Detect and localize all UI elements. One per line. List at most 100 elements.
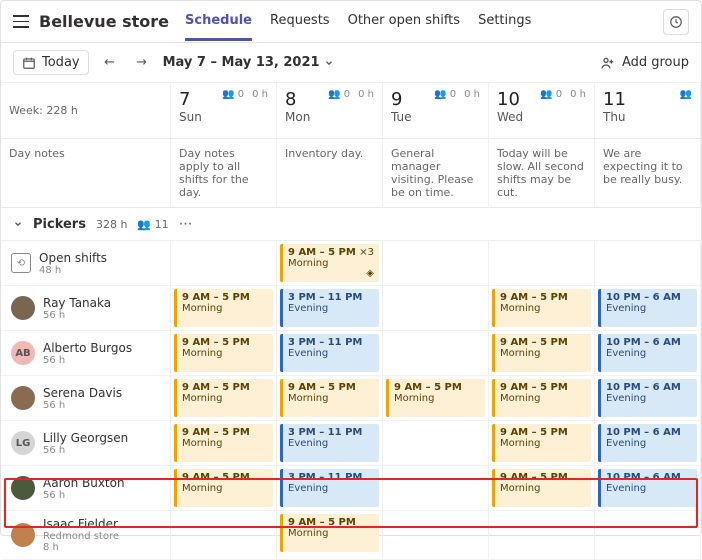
shift-card[interactable]: 10 PM – 6 AMEvening [598, 334, 697, 372]
avatar [11, 386, 35, 410]
today-button[interactable]: Today [13, 50, 89, 75]
day-note[interactable]: We are expecting it to be really busy. [595, 139, 701, 208]
shift-card[interactable]: 9 AM – 5 PMMorning [386, 379, 485, 417]
day-header[interactable]: 👥 00 h7Sun [171, 83, 277, 139]
shift-card[interactable]: 9 AM – 5 PMMorning [492, 289, 591, 327]
schedule-cell[interactable]: 3 PM – 11 PMEvening [277, 286, 383, 331]
schedule-cell[interactable]: 9 AM – 5 PMMorning [383, 376, 489, 421]
schedule-cell[interactable]: 9 AM – 5 PMMorning [171, 421, 277, 466]
store-title: Bellevue store [39, 12, 169, 31]
schedule-cell[interactable]: 10 PM – 6 AMEvening [595, 286, 701, 331]
group-more-button[interactable]: ⋯ [179, 216, 194, 232]
week-hours-label: Week: 228 h [1, 83, 171, 139]
next-week-button[interactable]: → [131, 52, 153, 74]
schedule-cell[interactable]: 9 AM – 5 PMMorning [489, 466, 595, 511]
people-icon: 👥 0 [434, 89, 456, 100]
shift-card[interactable]: 3 PM – 11 PMEvening [280, 289, 379, 327]
clock-icon [669, 15, 683, 29]
shift-card[interactable]: 9 AM – 5 PMMorning [174, 334, 273, 372]
schedule-cell[interactable]: 9 AM – 5 PMMorning [489, 376, 595, 421]
shift-card[interactable]: 3 PM – 11 PMEvening [280, 469, 379, 507]
add-group-button[interactable]: Add group [600, 55, 689, 71]
shift-card[interactable]: 10 PM – 6 AMEvening [598, 379, 697, 417]
schedule-cell[interactable]: 10 PM – 6 AMEvening [595, 421, 701, 466]
schedule-cell[interactable]: 10 PM – 6 AMEvening [595, 466, 701, 511]
chevron-down-icon [324, 58, 334, 68]
people-icon: 👥 0 [540, 89, 562, 100]
avatar [11, 523, 35, 547]
prev-week-button[interactable]: ← [99, 52, 121, 74]
people-add-icon [600, 55, 616, 71]
shift-card[interactable]: 9 AM – 5 PMMorning [174, 424, 273, 462]
people-icon: 👥 0 [328, 89, 350, 100]
shift-card[interactable]: 10 PM – 6 AMEvening [598, 469, 697, 507]
day-header[interactable]: 👥 00 h8Mon [277, 83, 383, 139]
schedule-cell[interactable]: 3 PM – 11 PMEvening [277, 466, 383, 511]
day-header[interactable]: 👥 11Thu [595, 83, 701, 139]
day-note[interactable]: Inventory day. [277, 139, 383, 208]
day-notes-label: Day notes [1, 139, 171, 208]
member-row[interactable]: Aaron Buxton56 h [1, 466, 171, 511]
avatar: LG [11, 431, 35, 455]
schedule-cell[interactable] [595, 241, 701, 286]
schedule-cell[interactable] [383, 286, 489, 331]
shift-card[interactable]: 10 PM – 6 AMEvening [598, 289, 697, 327]
menu-icon[interactable] [13, 14, 29, 30]
schedule-cell[interactable]: 10 PM – 6 AMEvening [595, 376, 701, 421]
shift-card[interactable]: 9 AM – 5 PMMorning [492, 469, 591, 507]
open-shifts-row[interactable]: ⟲Open shifts48 h [1, 241, 171, 286]
group-header[interactable]: Pickers328 h👥 11⋯ [1, 208, 701, 241]
schedule-cell[interactable]: 9 AM – 5 PMMorning [171, 331, 277, 376]
shift-card[interactable]: 9 AM – 5 PMMorning [280, 514, 379, 552]
day-header[interactable]: 👥 00 h9Tue [383, 83, 489, 139]
shift-card[interactable]: 9 AM – 5 PMMorning×3◈ [280, 244, 379, 282]
schedule-cell[interactable]: 9 AM – 5 PMMorning [489, 421, 595, 466]
shift-card[interactable]: 9 AM – 5 PMMorning [280, 379, 379, 417]
avatar [11, 296, 35, 320]
member-row[interactable]: LGLilly Georgsen56 h [1, 421, 171, 466]
day-note[interactable]: Today will be slow. All second shifts ma… [489, 139, 595, 208]
shift-card[interactable]: 10 PM – 6 AMEvening [598, 424, 697, 462]
schedule-cell[interactable]: 9 AM – 5 PMMorning [171, 466, 277, 511]
schedule-cell[interactable] [383, 466, 489, 511]
member-row[interactable]: Ray Tanaka56 h [1, 286, 171, 331]
pin-icon: ◈ [366, 268, 374, 279]
schedule-cell[interactable] [489, 241, 595, 286]
chevron-down-icon [13, 219, 23, 229]
day-note[interactable]: Day notes apply to all shifts for the da… [171, 139, 277, 208]
schedule-cell[interactable] [383, 331, 489, 376]
shift-card[interactable]: 3 PM – 11 PMEvening [280, 334, 379, 372]
tab-requests[interactable]: Requests [270, 3, 330, 41]
schedule-cell[interactable]: 9 AM – 5 PMMorning×3◈ [277, 241, 383, 286]
schedule-cell[interactable]: 3 PM – 11 PMEvening [277, 421, 383, 466]
tab-other-open-shifts[interactable]: Other open shifts [348, 3, 460, 41]
avatar: AB [11, 341, 35, 365]
day-note[interactable]: General manager visiting. Please be on t… [383, 139, 489, 208]
shift-card[interactable]: 9 AM – 5 PMMorning [492, 379, 591, 417]
shift-card[interactable]: 3 PM – 11 PMEvening [280, 424, 379, 462]
people-icon: 👥 [680, 89, 692, 100]
member-row[interactable]: ABAlberto Burgos56 h [1, 331, 171, 376]
tab-schedule[interactable]: Schedule [185, 3, 252, 41]
calendar-icon [22, 56, 36, 70]
schedule-cell[interactable]: 9 AM – 5 PMMorning [489, 286, 595, 331]
schedule-cell[interactable] [383, 241, 489, 286]
schedule-cell[interactable]: 3 PM – 11 PMEvening [277, 331, 383, 376]
schedule-cell[interactable]: 9 AM – 5 PMMorning [171, 286, 277, 331]
shift-card[interactable]: 9 AM – 5 PMMorning [174, 289, 273, 327]
shift-card[interactable]: 9 AM – 5 PMMorning [174, 469, 273, 507]
schedule-cell[interactable] [383, 421, 489, 466]
member-row[interactable]: Serena Davis56 h [1, 376, 171, 421]
day-header[interactable]: 👥 00 h10Wed [489, 83, 595, 139]
schedule-cell[interactable]: 9 AM – 5 PMMorning [489, 331, 595, 376]
shift-card[interactable]: 9 AM – 5 PMMorning [492, 334, 591, 372]
time-clock-button[interactable] [663, 9, 689, 35]
schedule-cell[interactable]: 9 AM – 5 PMMorning [171, 376, 277, 421]
schedule-cell[interactable] [171, 241, 277, 286]
schedule-cell[interactable]: 10 PM – 6 AMEvening [595, 331, 701, 376]
shift-card[interactable]: 9 AM – 5 PMMorning [492, 424, 591, 462]
tab-settings[interactable]: Settings [478, 3, 531, 41]
date-range-picker[interactable]: May 7 – May 13, 2021 [163, 55, 334, 70]
shift-card[interactable]: 9 AM – 5 PMMorning [174, 379, 273, 417]
schedule-cell[interactable]: 9 AM – 5 PMMorning [277, 376, 383, 421]
